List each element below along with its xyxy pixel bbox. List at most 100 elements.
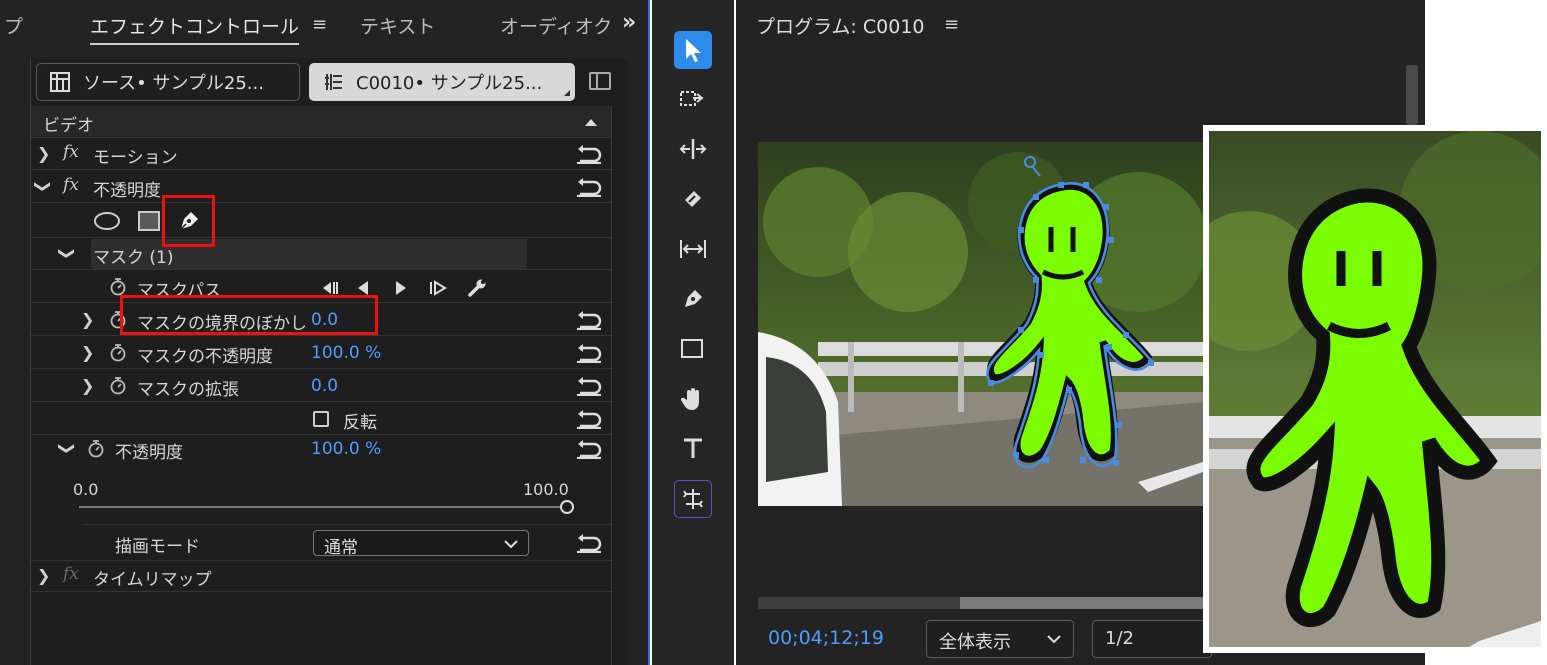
tools-panel [652,0,734,665]
fx-icon[interactable]: fx [63,142,79,162]
mask-row[interactable]: ❯ マスク (1) [31,238,611,270]
razor-tool[interactable] [674,180,712,218]
reset-icon[interactable] [574,376,602,396]
tab-effect-controls[interactable]: エフェクトコントロール [90,12,300,45]
invert-label: 反転 [343,413,377,433]
chevron-right-icon[interactable]: ❯ [81,376,94,395]
monitor-scrollbar[interactable] [1406,65,1418,125]
blend-mode-label: 描画モード [115,537,200,557]
type-tool[interactable] [674,430,712,468]
mask-expansion-value[interactable]: 0.0 [311,376,338,396]
chevron-right-icon[interactable]: ❯ [37,144,50,163]
tab-audio[interactable]: オーディオク [500,12,613,39]
chevron-right-icon[interactable]: ❯ [37,566,50,585]
type-icon [684,438,702,458]
program-monitor-title: プログラム: C0010 [756,16,925,38]
opacity-slider-handle[interactable] [560,500,574,514]
effect-opacity-row[interactable]: ❯ fx 不透明度 [31,171,611,203]
chevron-right-icon[interactable]: ❯ [81,310,94,329]
zoom-dropdown[interactable]: 全体表示 [926,620,1074,658]
resolution-dropdown[interactable]: 1/2 [1092,620,1212,658]
reset-icon[interactable] [574,439,602,459]
chevron-down-icon [504,540,518,549]
opacity-slider-track[interactable] [79,506,567,508]
track-forward-selected-icon[interactable] [427,280,449,296]
zoom-value: 全体表示 [939,632,1011,653]
timecode-display[interactable]: 00;04;12;19 [768,627,884,649]
chevron-down-icon[interactable]: ❯ [58,247,77,260]
reset-icon[interactable] [574,310,602,330]
program-preview[interactable] [758,142,1203,506]
reset-icon[interactable] [574,177,602,197]
zoomed-result-inset [1203,125,1547,653]
chevron-down-icon [1047,635,1061,644]
tab-previous[interactable]: プ [4,12,23,39]
track-select-icon [680,91,704,106]
stopwatch-icon[interactable] [109,278,127,296]
effect-motion-row[interactable]: ❯ fx モーション [31,138,611,170]
track-forward-icon[interactable] [393,280,409,296]
chevron-right-icon[interactable]: ❯ [81,343,94,362]
effect-time-remap-row[interactable]: ❯ fx タイムリマップ [31,560,611,592]
reset-icon[interactable] [574,409,602,429]
slip-icon [680,240,706,258]
opacity-property-row: ❯ 不透明度 100.0 % [31,433,611,467]
clip-icon [325,74,342,90]
pen-tool[interactable] [674,280,712,318]
program-menu-icon[interactable]: ≡ [944,14,959,35]
ripple-edit-tool[interactable] [674,130,712,168]
stopwatch-icon[interactable] [109,377,127,395]
reset-icon[interactable] [574,533,602,553]
fx-icon[interactable]: fx [63,175,79,195]
clip-selector[interactable]: C0010• サンプル25... [309,63,575,101]
pen-icon [685,290,702,307]
resolution-value: 1/2 [1105,628,1134,649]
zoomed-character-image [1209,131,1541,647]
dropdown-corner-icon [564,90,570,96]
blend-mode-dropdown[interactable]: 通常 [313,530,529,558]
toggle-timeline-icon[interactable] [589,72,611,90]
stopwatch-icon[interactable] [109,344,127,362]
ellipse-mask-icon[interactable] [93,211,121,231]
opacity-property-value[interactable]: 100.0 % [311,439,381,459]
playhead-bar[interactable] [758,597,1203,609]
mask-expansion-label: マスクの拡張 [137,380,239,400]
rectangle-mask-icon[interactable] [137,210,161,232]
chevron-down-icon[interactable]: ❯ [34,180,53,193]
sequence-icon [50,72,70,92]
wrench-icon[interactable] [467,278,487,298]
panel-tab-bar: プ エフェクトコントロール ≡ テキスト オーディオク » [0,0,650,50]
tab-menu-icon[interactable]: ≡ [312,14,327,35]
more-tabs-icon[interactable]: » [622,10,636,35]
pen-tool-highlight [162,195,215,247]
slip-tool[interactable] [674,230,712,268]
hand-icon [681,388,699,410]
rectangle-tool[interactable] [674,330,712,368]
mask-expansion-row: ❯ マスクの拡張 0.0 [31,370,611,402]
reset-icon[interactable] [574,144,602,164]
stopwatch-icon[interactable] [87,440,105,458]
tab-effect-controls-label: エフェクトコントロール [90,16,300,38]
source-selector[interactable]: ソース• サンプル25... [36,63,300,101]
tab-text[interactable]: テキスト [360,12,435,39]
effect-controls-panel: プ エフェクトコントロール ≡ テキスト オーディオク » ソース• サンプル2… [0,0,650,665]
fx-icon: fx [63,564,79,584]
remix-tool[interactable] [674,480,712,518]
invert-checkbox[interactable] [313,411,329,427]
reset-icon[interactable] [574,343,602,363]
scrollbar-track[interactable] [611,106,612,665]
track-backward-selected-icon[interactable] [319,280,341,296]
mask-opacity-value[interactable]: 100.0 % [311,343,381,363]
video-frame-image [758,142,1203,506]
slider-min-label: 0.0 [73,480,99,499]
collapse-up-icon[interactable] [584,117,598,127]
track-select-tool[interactable] [674,80,712,118]
mask-tools-row [31,204,611,238]
blend-mode-row: 描画モード 通常 [31,525,611,561]
chevron-down-icon[interactable]: ❯ [58,442,77,455]
hand-tool[interactable] [674,380,712,418]
selection-tool[interactable] [674,31,712,69]
track-backward-icon[interactable] [355,280,371,296]
video-section-label: ビデオ [43,116,94,136]
invert-row: 反転 [31,403,611,435]
